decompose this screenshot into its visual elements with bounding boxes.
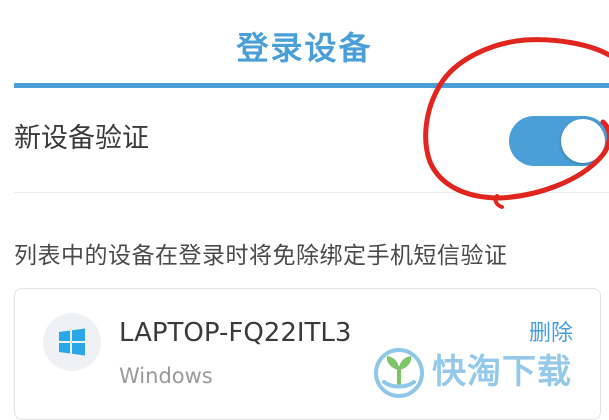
new-device-verification-toggle[interactable] (509, 116, 609, 166)
tab-underline (14, 83, 609, 88)
toggle-knob (561, 119, 605, 163)
header: 登录设备 (0, 0, 609, 88)
description-text: 列表中的设备在登录时将免除绑定手机短信验证 (14, 243, 508, 269)
watermark-logo-icon (374, 348, 424, 398)
device-avatar (43, 313, 101, 371)
new-device-verification-row: 新设备验证 (14, 96, 609, 193)
new-device-verification-label: 新设备验证 (14, 123, 149, 154)
watermark: 快淘下载 (372, 346, 582, 398)
device-os: Windows (119, 364, 213, 388)
page-title: 登录设备 (236, 29, 373, 67)
watermark-text: 快淘下载 (432, 352, 572, 392)
delete-device-button[interactable]: 删除 (529, 320, 573, 348)
device-name: LAPTOP-FQ22ITL3 (119, 318, 352, 348)
windows-icon (59, 328, 85, 356)
